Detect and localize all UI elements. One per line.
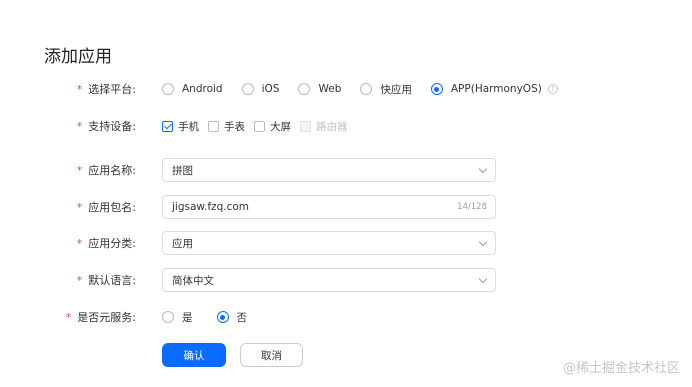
radio-label: iOS <box>261 83 280 95</box>
radio-no[interactable]: 否 <box>216 310 248 325</box>
radio-label: 否 <box>236 311 248 324</box>
package-name-value: jigsaw.fzq.com <box>172 201 250 213</box>
watermark: @稀土掘金技术社区 <box>562 361 680 376</box>
cancel-button[interactable]: 取消 <box>240 343 303 367</box>
radio-ios[interactable]: iOS <box>241 83 280 95</box>
checkbox-label: 手表 <box>224 120 245 133</box>
radio-circle-checked[interactable] <box>430 83 443 95</box>
chevron-down-icon <box>478 164 488 174</box>
required-mark: * <box>76 236 83 250</box>
confirm-button[interactable]: 确认 <box>162 343 226 367</box>
radio-label: 快应用 <box>380 83 412 96</box>
checkbox-router: 路由器 <box>300 119 348 134</box>
devices-checkbox-group: 手机 手表 大屏 路由器 <box>162 111 357 141</box>
devices-label-text: 支持设备: <box>88 120 136 133</box>
checkbox-label: 路由器 <box>316 120 348 133</box>
required-mark: * <box>76 163 83 177</box>
required-mark: * <box>76 200 83 214</box>
language-row: * 默认语言: 简体中文 <box>0 265 692 295</box>
checkbox-box-disabled <box>300 120 311 132</box>
app-name-label-text: 应用名称: <box>88 164 136 177</box>
package-name-input[interactable]: jigsaw.fzq.com 14/128 <box>162 195 496 219</box>
language-select[interactable]: 简体中文 <box>162 268 496 292</box>
category-label-text: 应用分类: <box>88 237 136 250</box>
checkbox-box-checked[interactable] <box>162 120 173 132</box>
category-select[interactable]: 应用 <box>162 231 496 255</box>
required-mark: * <box>76 273 83 287</box>
radio-harmonyos[interactable]: APP(HarmonyOS) <box>430 83 542 95</box>
meta-service-row: * 是否元服务: 是 否 <box>0 302 692 332</box>
checkbox-box[interactable] <box>208 120 219 132</box>
language-label: * 默认语言: <box>77 272 136 288</box>
platform-radio-group: Android iOS Web 快应用 APP(HarmonyOS) ? <box>162 74 558 104</box>
category-value: 应用 <box>172 237 193 250</box>
radio-circle[interactable] <box>360 83 373 95</box>
meta-service-radio-group: 是 否 <box>162 302 266 332</box>
app-name-label: * 应用名称: <box>77 162 136 178</box>
required-mark: * <box>76 82 83 96</box>
char-counter: 14/128 <box>457 202 487 212</box>
meta-service-label-text: 是否元服务: <box>77 311 136 324</box>
language-label-text: 默认语言: <box>88 274 136 287</box>
radio-label: Web <box>318 83 342 95</box>
checkbox-phone[interactable]: 手机 <box>162 119 199 134</box>
platform-label: * 选择平台: <box>77 81 136 97</box>
radio-quickapp[interactable]: 快应用 <box>360 82 412 97</box>
meta-service-label: * 是否元服务: <box>66 309 136 325</box>
app-name-select[interactable]: 拼图 <box>162 158 496 182</box>
page-title: 添加应用 <box>44 47 112 67</box>
radio-label: Android <box>182 83 223 95</box>
chevron-down-icon <box>478 274 488 284</box>
package-name-label-text: 应用包名: <box>88 201 136 214</box>
app-name-value: 拼图 <box>172 164 193 177</box>
category-row: * 应用分类: 应用 <box>0 228 692 258</box>
radio-label: 是 <box>182 311 193 324</box>
devices-label: * 支持设备: <box>77 118 136 134</box>
checkbox-label: 大屏 <box>270 120 291 133</box>
required-mark: * <box>65 310 72 324</box>
radio-circle-checked[interactable] <box>216 311 229 323</box>
platform-label-text: 选择平台: <box>88 83 136 96</box>
app-name-row: * 应用名称: 拼图 <box>0 155 692 185</box>
category-label: * 应用分类: <box>77 235 136 251</box>
radio-circle[interactable] <box>298 83 311 95</box>
required-mark: * <box>76 119 83 133</box>
checkbox-bigscreen[interactable]: 大屏 <box>254 119 291 134</box>
radio-label: APP(HarmonyOS) <box>450 83 542 95</box>
radio-android[interactable]: Android <box>162 83 223 95</box>
radio-circle[interactable] <box>241 83 254 95</box>
checkbox-label: 手机 <box>178 120 199 133</box>
radio-yes[interactable]: 是 <box>162 310 193 325</box>
package-name-row: * 应用包名: jigsaw.fzq.com 14/128 <box>0 192 692 222</box>
devices-row: * 支持设备: 手机 手表 大屏 路由器 <box>0 111 692 141</box>
radio-circle[interactable] <box>162 311 174 323</box>
radio-circle[interactable] <box>162 83 174 95</box>
checkbox-box[interactable] <box>254 120 265 132</box>
platform-row: * 选择平台: Android iOS Web 快应用 APP(HarmonyO… <box>0 74 692 104</box>
package-name-label: * 应用包名: <box>77 199 136 215</box>
radio-web[interactable]: Web <box>298 83 341 95</box>
checkbox-watch[interactable]: 手表 <box>208 119 245 134</box>
language-value: 简体中文 <box>172 274 214 287</box>
chevron-down-icon <box>478 237 488 247</box>
help-icon[interactable]: ? <box>547 84 558 94</box>
